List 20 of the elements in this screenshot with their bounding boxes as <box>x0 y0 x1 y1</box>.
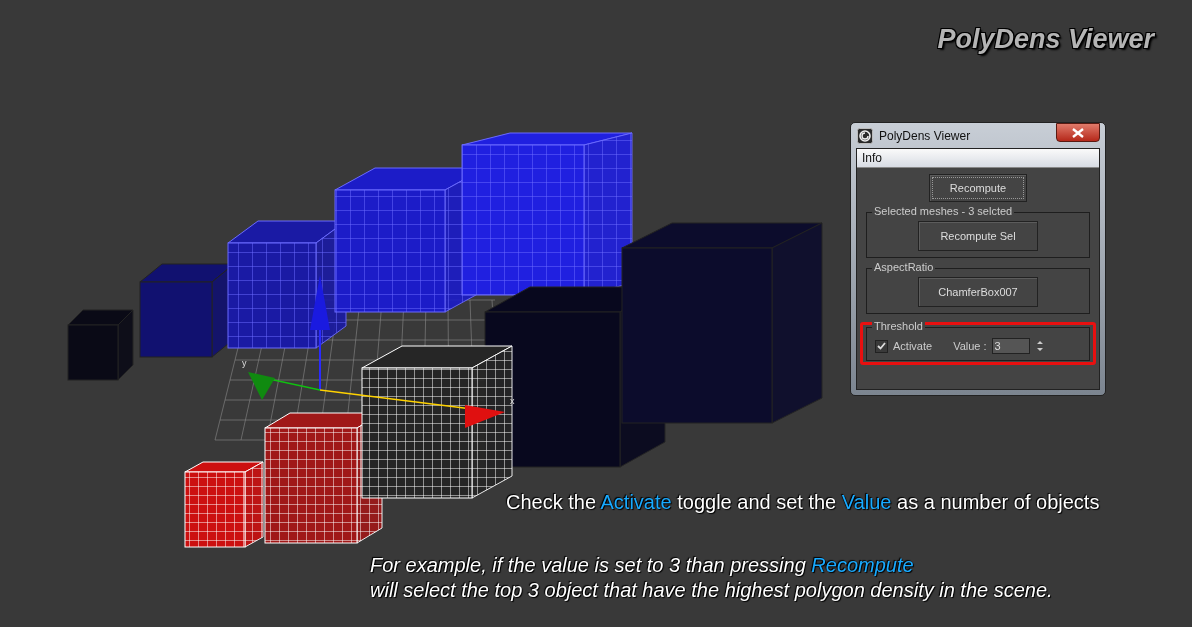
group-button[interactable]: Recompute Sel <box>918 221 1038 251</box>
rollout-header[interactable]: Info <box>857 149 1099 168</box>
app-logo-icon <box>857 127 873 144</box>
group-button[interactable]: ChamferBox007 <box>918 277 1038 307</box>
group-label: Threshold <box>872 320 925 332</box>
caption-text: For example, if the value is set to 3 than pressing Recompute will select the top 3 object that have the highest polygon density in the scene. <box>370 553 1053 603</box>
group-label: AspectRatio <box>872 261 936 273</box>
caption-text: Check the Activate toggle and set the Value as a number of objects <box>506 491 1100 514</box>
close-icon <box>1072 127 1084 138</box>
page-heading: PolyDens Viewer <box>937 24 1154 55</box>
checkbox[interactable] <box>875 339 888 353</box>
spinner-label: Value : <box>953 340 987 352</box>
axis-label: x <box>510 396 515 406</box>
value-field[interactable]: 3 <box>991 338 1030 354</box>
window-title: PolyDens Viewer <box>879 128 972 143</box>
close-button[interactable] <box>1056 123 1100 142</box>
axis-label: y <box>242 358 247 368</box>
recompute-button[interactable]: Recompute <box>929 174 1027 202</box>
group-label: Selected meshes - 3 selcted <box>872 205 1015 217</box>
checkbox-label: Activate <box>893 340 933 352</box>
